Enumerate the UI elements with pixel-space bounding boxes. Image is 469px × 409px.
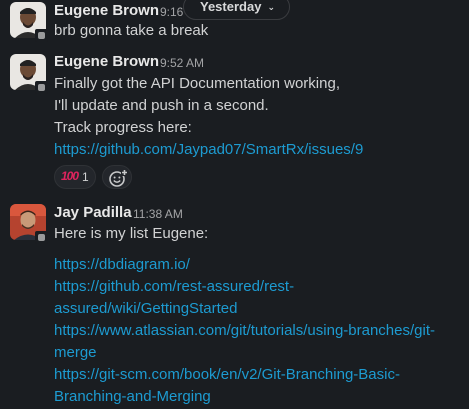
author-name[interactable]: Eugene Brown — [54, 53, 159, 70]
hundred-points-icon: 100 — [61, 169, 79, 183]
message-link[interactable]: assured/wiki/GettingStarted — [54, 298, 237, 320]
presence-indicator — [35, 81, 48, 94]
message-link[interactable]: https://git-scm.com/book/en/v2/Git-Branc… — [54, 364, 400, 386]
date-divider-button[interactable]: Yesterday ⌄ — [183, 0, 290, 20]
date-divider-label: Yesterday — [200, 0, 262, 14]
message-text: Finally got the API Documentation workin… — [54, 75, 340, 92]
message-text: I'll update and push in a second. — [54, 97, 269, 114]
message-link[interactable]: Branching-and-Merging — [54, 386, 211, 408]
timestamp[interactable]: 9:52 AM — [160, 56, 204, 70]
timestamp[interactable]: 11:38 AM — [133, 207, 183, 221]
author-name[interactable]: Eugene Brown — [54, 2, 159, 19]
presence-indicator — [35, 231, 48, 244]
timestamp[interactable]: 9:16 — [160, 5, 183, 19]
message-link[interactable]: https://dbdiagram.io/ — [54, 254, 190, 276]
message-feed: Eugene Brown 9:16 brb gonna take a break… — [0, 0, 469, 409]
presence-indicator — [35, 29, 48, 42]
reaction-100[interactable]: 100 1 — [54, 165, 96, 189]
message-link[interactable]: https://github.com/rest-assured/rest- — [54, 276, 294, 298]
reaction-count: 1 — [82, 170, 89, 184]
add-reaction-button[interactable] — [102, 165, 132, 189]
author-name[interactable]: Jay Padilla — [54, 204, 132, 221]
message-text: Track progress here: — [54, 119, 192, 136]
message-link[interactable]: https://www.atlassian.com/git/tutorials/… — [54, 320, 435, 342]
message-text: Here is my list Eugene: — [54, 225, 209, 242]
message-link[interactable]: https://github.com/Jaypad07/SmartRx/issu… — [54, 139, 363, 161]
add-emoji-icon — [109, 169, 128, 187]
message-link[interactable]: merge — [54, 342, 97, 364]
message-text: brb gonna take a break — [54, 22, 209, 39]
chevron-down-icon: ⌄ — [267, 2, 275, 12]
